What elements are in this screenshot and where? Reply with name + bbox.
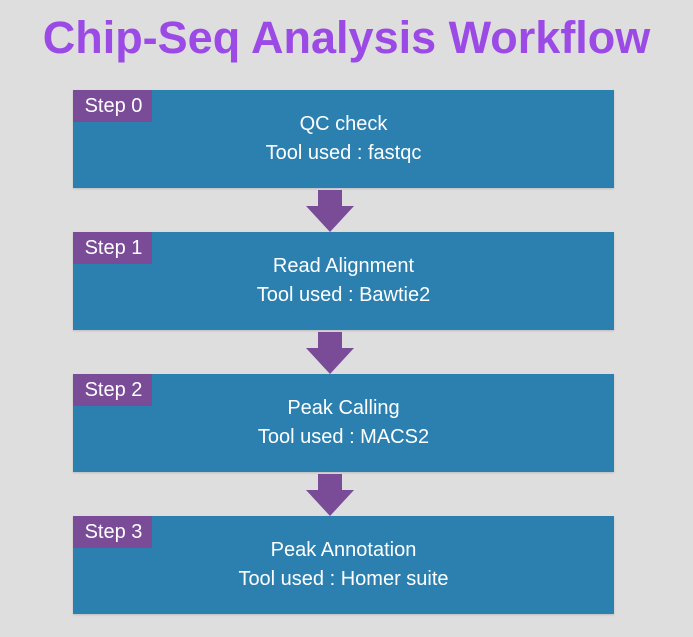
step-0-name: QC check xyxy=(299,113,388,135)
step-1-name: Read Alignment xyxy=(272,255,415,277)
step-2-name: Peak Calling xyxy=(287,397,400,419)
down-arrow-icon xyxy=(306,190,354,232)
step-2-tool: Tool used : MACS2 xyxy=(257,426,430,448)
step-3-name: Peak Annotation xyxy=(270,539,417,561)
step-2-text: Peak Calling Tool used : MACS2 xyxy=(73,394,614,452)
diagram-title: Chip-Seq Analysis Workflow xyxy=(42,12,651,63)
step-1-box: Step 1 Read Alignment Tool used : Bawtie… xyxy=(73,232,614,330)
step-2-box: Step 2 Peak Calling Tool used : MACS2 xyxy=(73,374,614,472)
step-3-text: Peak Annotation Tool used : Homer suite xyxy=(73,536,614,594)
down-arrow-icon xyxy=(306,332,354,374)
step-3-box: Step 3 Peak Annotation Tool used : Homer… xyxy=(73,516,614,614)
step-1-tool: Tool used : Bawtie2 xyxy=(256,284,431,306)
step-0-tool: Tool used : fastqc xyxy=(265,142,422,164)
step-0-text: QC check Tool used : fastqc xyxy=(73,110,614,168)
step-1-text: Read Alignment Tool used : Bawtie2 xyxy=(73,252,614,310)
down-arrow-icon xyxy=(306,474,354,516)
step-0-box: Step 0 QC check Tool used : fastqc xyxy=(73,90,614,188)
step-3-tool: Tool used : Homer suite xyxy=(238,568,449,590)
